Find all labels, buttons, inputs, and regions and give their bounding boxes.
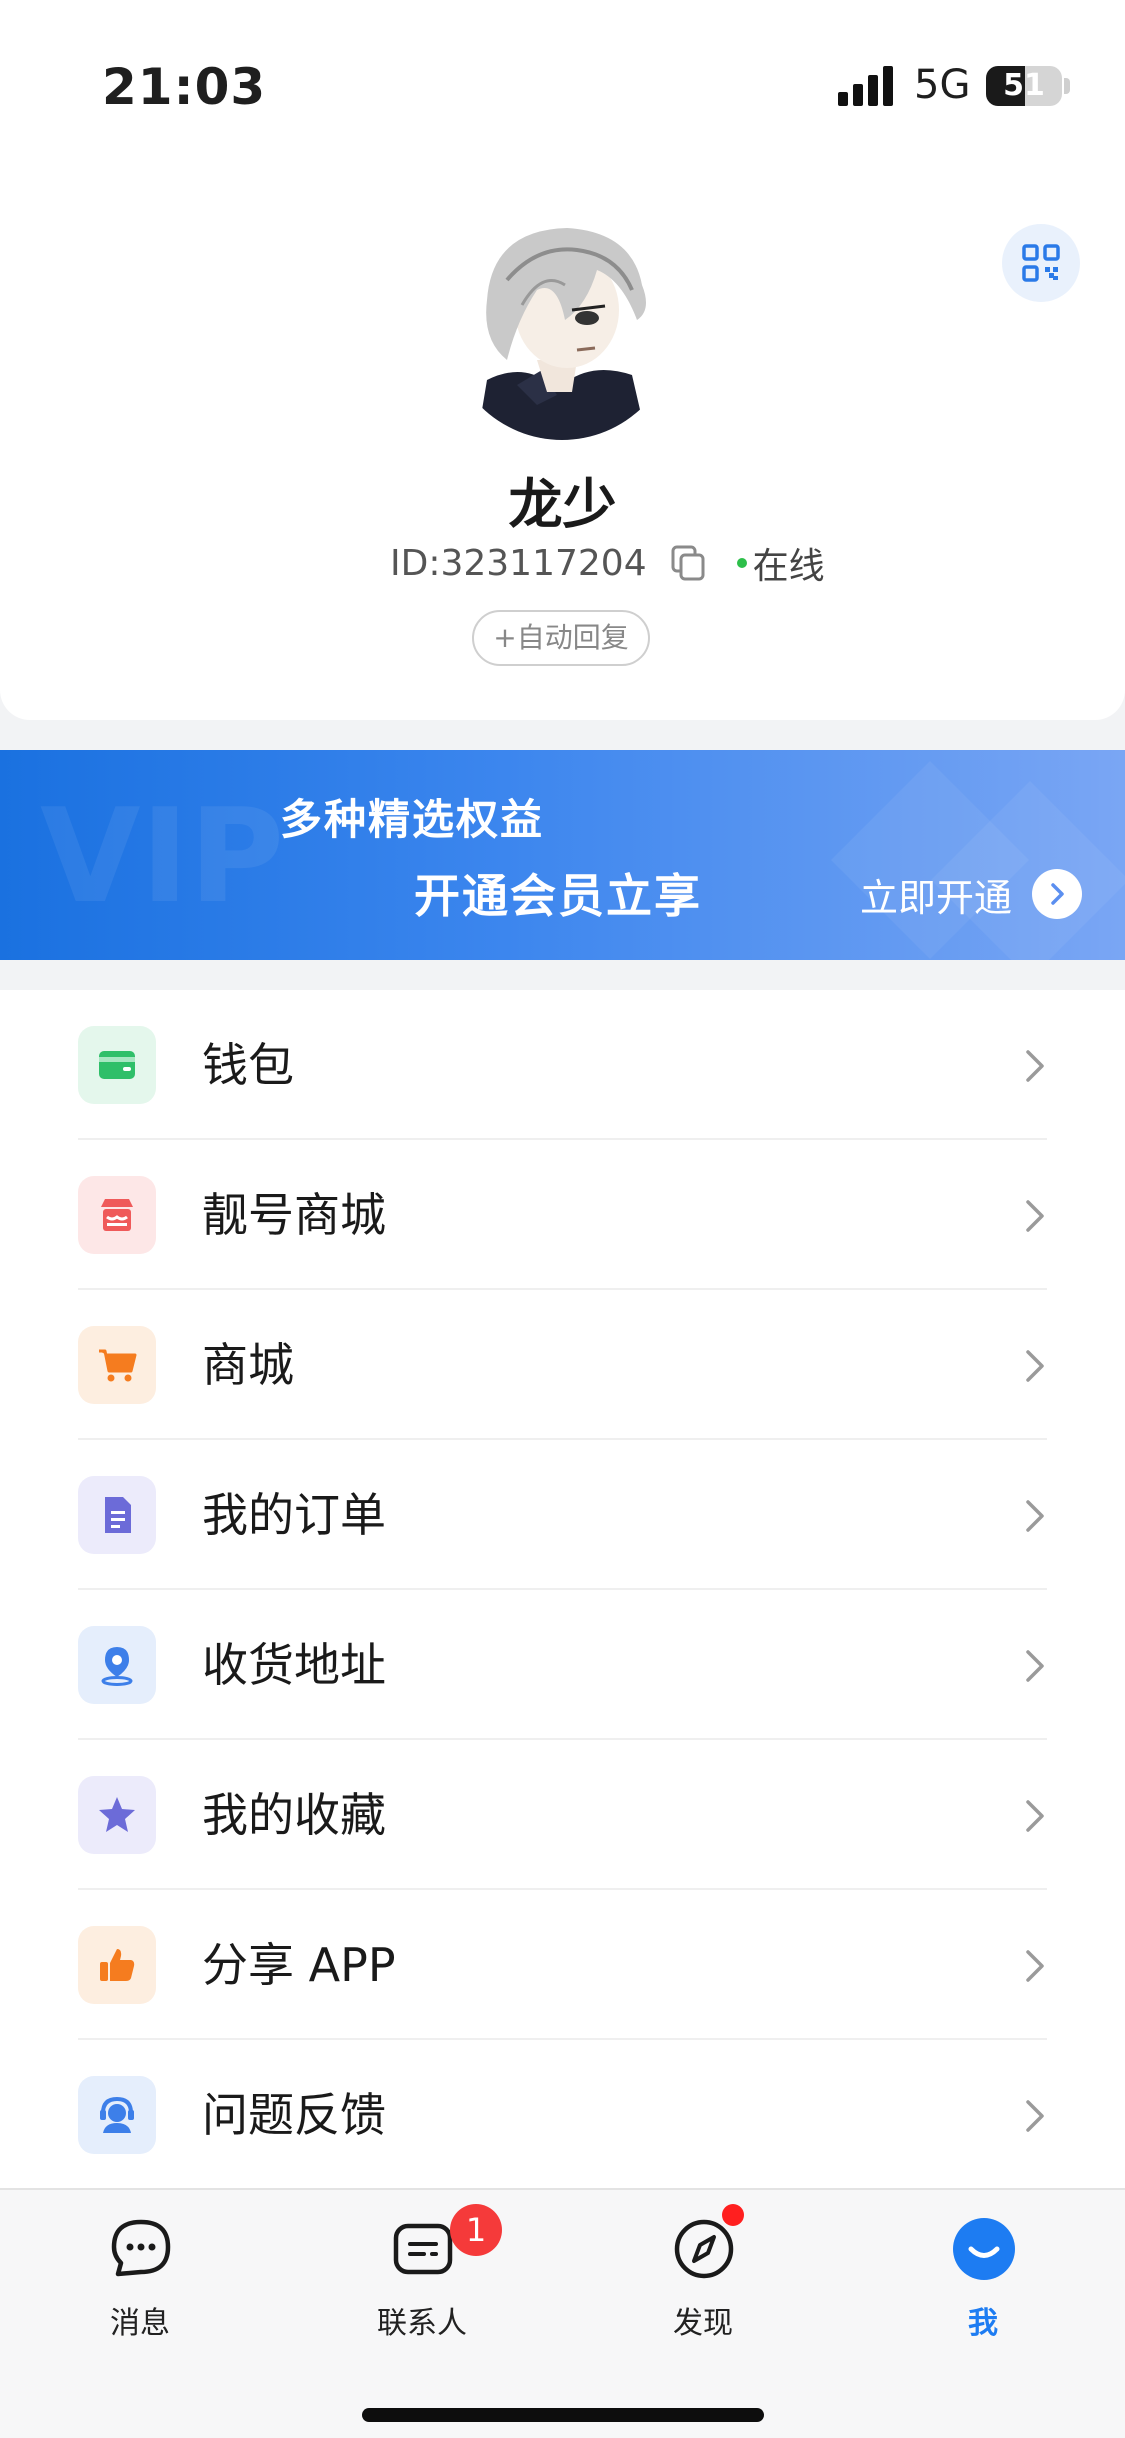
store-icon (78, 1176, 156, 1254)
order-icon (78, 1476, 156, 1554)
unread-badge: 1 (450, 2204, 502, 2256)
battery-icon: 51 (986, 66, 1062, 106)
support-icon (78, 2076, 156, 2154)
menu-item-label: 分享 APP (202, 1938, 396, 1992)
vip-open-button[interactable]: 立即开通 (860, 866, 1083, 922)
chevron-right-icon (1026, 1350, 1044, 1382)
menu-item-label: 收货地址 (202, 1638, 386, 1692)
home-indicator (362, 2408, 764, 2422)
contacts-icon (393, 2223, 453, 2275)
chevron-right-icon (1026, 1650, 1044, 1682)
user-name: 龙少 (508, 473, 617, 536)
star-icon (78, 1776, 156, 1854)
menu-item-label: 问题反馈 (202, 2088, 386, 2142)
chevron-right-icon (1026, 1200, 1044, 1232)
tab-label: 我 (968, 2306, 998, 2341)
menu-item-label: 我的收藏 (202, 1788, 386, 1842)
tab-label: 消息 (110, 2306, 170, 2341)
tab-label: 联系人 (377, 2306, 467, 2341)
tab-messages[interactable]: 消息 (50, 2216, 230, 2346)
avatar-image (447, 210, 677, 440)
battery-level: 51 (1003, 68, 1045, 103)
tab-bar: 消息 联系人 1 发现 我 (0, 2188, 1125, 2438)
avatar[interactable] (447, 210, 677, 440)
vip-watermark: VIP (40, 780, 285, 932)
compass-icon (674, 2219, 734, 2279)
menu-item-feedback[interactable]: 问题反馈 (0, 2040, 1125, 2190)
menu-item-vanity-store[interactable]: 靓号商城 (0, 1140, 1125, 1290)
location-icon (78, 1626, 156, 1704)
qr-code-icon (1022, 244, 1060, 282)
battery-tip (1064, 78, 1070, 94)
tab-me[interactable]: 我 (893, 2216, 1073, 2346)
me-icon (953, 2218, 1015, 2280)
chevron-right-icon (1026, 2100, 1044, 2132)
chevron-right-icon (1032, 869, 1083, 919)
wallet-icon (78, 1026, 156, 1104)
cart-icon (78, 1326, 156, 1404)
menu-item-share-app[interactable]: 分享 APP (0, 1890, 1125, 2040)
thumbs-up-icon (78, 1926, 156, 2004)
online-dot-icon (736, 558, 747, 568)
menu-item-label: 商城 (202, 1338, 294, 1392)
tab-discover[interactable]: 发现 (613, 2216, 793, 2346)
menu-item-label: 钱包 (202, 1038, 294, 1092)
auto-reply-button[interactable]: +自动回复 (472, 610, 650, 666)
menu-item-favorites[interactable]: 我的收藏 (0, 1740, 1125, 1890)
online-status: 在线 (752, 546, 825, 587)
copy-icon[interactable] (669, 543, 709, 583)
menu-item-mall[interactable]: 商城 (0, 1290, 1125, 1440)
chat-icon (111, 2219, 171, 2277)
chevron-right-icon (1026, 1800, 1044, 1832)
network-type: 5G (914, 62, 971, 108)
signal-icon (838, 66, 893, 106)
vip-subtitle: 开通会员立享 (414, 869, 702, 923)
qr-code-button[interactable] (1002, 224, 1080, 302)
menu-item-orders[interactable]: 我的订单 (0, 1440, 1125, 1590)
menu-item-address[interactable]: 收货地址 (0, 1590, 1125, 1740)
profile-card: 龙少 ID:323117204 在线 +自动回复 (0, 170, 1125, 720)
chevron-right-icon (1026, 1050, 1044, 1082)
tab-label: 发现 (673, 2306, 733, 2341)
vip-banner[interactable]: VIP 多种精选权益 开通会员立享 立即开通 (0, 750, 1125, 960)
id-row: ID:323117204 在线 (390, 538, 825, 588)
status-time: 21:03 (102, 58, 267, 116)
vip-open-label: 立即开通 (860, 875, 1013, 920)
user-id: ID:323117204 (390, 542, 647, 584)
menu-item-label: 我的订单 (202, 1488, 386, 1542)
menu-item-wallet[interactable]: 钱包 (0, 990, 1125, 1140)
menu-item-label: 靓号商城 (202, 1188, 386, 1242)
chevron-right-icon (1026, 1950, 1044, 1982)
vip-title: 多种精选权益 (280, 795, 545, 844)
notification-dot (722, 2204, 744, 2226)
chevron-right-icon (1026, 1500, 1044, 1532)
menu-list: 钱包 靓号商城 商城 我的订单 收货地址 我的收藏 分享 APP 问题反馈 (0, 990, 1125, 2190)
status-bar: 21:03 5G 51 (0, 0, 1125, 170)
